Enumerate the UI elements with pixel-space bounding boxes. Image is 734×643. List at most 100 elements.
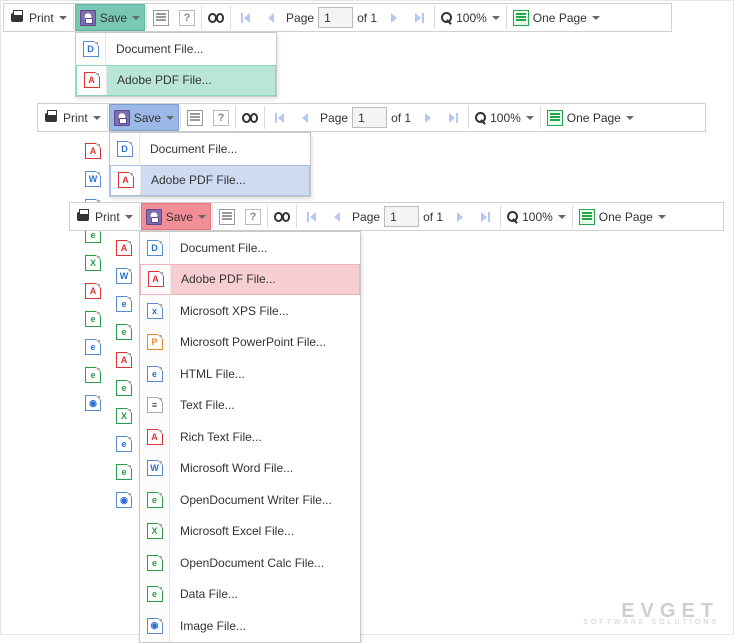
caret-down-icon xyxy=(526,116,534,120)
menu-item-data[interactable]: e Data File... xyxy=(140,579,360,611)
icon-cell: ◉ xyxy=(140,610,170,642)
ods-file-icon: e xyxy=(147,555,163,571)
save-dropdown-button[interactable]: Save xyxy=(141,203,211,230)
thumb-xls[interactable]: X xyxy=(114,406,134,426)
prev-page-icon xyxy=(329,209,345,225)
last-page-icon xyxy=(446,110,462,126)
find-button[interactable] xyxy=(237,104,263,131)
thumb-word[interactable]: W xyxy=(114,266,134,286)
menu-item-html[interactable]: e HTML File... xyxy=(140,358,360,390)
zoom-dropdown[interactable]: 100% xyxy=(502,203,571,230)
of-label: of 1 xyxy=(423,210,443,224)
help-icon xyxy=(213,110,229,126)
caret-down-icon xyxy=(59,16,67,20)
separator xyxy=(572,205,573,228)
page-settings-button[interactable] xyxy=(148,4,174,31)
menu-item-image[interactable]: ◉ Image File... xyxy=(140,610,360,642)
page-settings-button[interactable] xyxy=(214,203,240,230)
page-mode-dropdown[interactable]: One Page xyxy=(574,203,671,230)
thumbnail-column: A W e e X A e e e ◉ xyxy=(83,141,103,421)
help-button[interactable] xyxy=(174,4,200,31)
print-button[interactable]: Print xyxy=(4,4,72,31)
print-button[interactable]: Print xyxy=(70,203,138,230)
thumb-green[interactable]: e xyxy=(114,378,134,398)
menu-item-document[interactable]: D Document File... xyxy=(110,133,310,165)
prev-page-button[interactable] xyxy=(324,203,350,230)
next-page-button[interactable] xyxy=(447,203,473,230)
printer-icon xyxy=(9,10,25,26)
icon-cell: x xyxy=(140,295,170,327)
thumb-image[interactable]: ◉ xyxy=(83,393,103,413)
save-dropdown-button[interactable]: Save xyxy=(75,4,145,31)
thumb-pdf[interactable]: A xyxy=(114,350,134,370)
caret-down-icon xyxy=(592,16,600,20)
first-page-button[interactable] xyxy=(298,203,324,230)
menu-item-ods[interactable]: e OpenDocument Calc File... xyxy=(140,547,360,579)
menu-item-excel[interactable]: X Microsoft Excel File... xyxy=(140,516,360,548)
last-page-button[interactable] xyxy=(473,203,499,230)
menu-item-label: Adobe PDF File... xyxy=(141,173,260,187)
find-button[interactable] xyxy=(203,4,229,31)
menu-item-odt[interactable]: e OpenDocument Writer File... xyxy=(140,484,360,516)
prev-page-button[interactable] xyxy=(258,4,284,31)
menu-item-pdf[interactable]: A Adobe PDF File... xyxy=(140,264,360,296)
thumb-green[interactable]: e xyxy=(114,462,134,482)
menu-item-word[interactable]: W Microsoft Word File... xyxy=(140,453,360,485)
thumb-green[interactable]: e xyxy=(114,322,134,342)
page-mode-label: One Page xyxy=(599,210,653,224)
find-button[interactable] xyxy=(269,203,295,230)
thumb-pdf[interactable]: A xyxy=(83,141,103,161)
help-button[interactable] xyxy=(240,203,266,230)
first-page-button[interactable] xyxy=(266,104,292,131)
page-mode-dropdown[interactable]: One Page xyxy=(542,104,639,131)
save-label: Save xyxy=(100,11,127,25)
prev-page-icon xyxy=(297,110,313,126)
page-mode-dropdown[interactable]: One Page xyxy=(508,4,605,31)
zoom-dropdown[interactable]: 100% xyxy=(470,104,539,131)
watermark-tagline: SOFTWARE SOLUTIONS xyxy=(583,619,719,626)
thumb-doc[interactable]: e xyxy=(114,434,134,454)
last-page-icon xyxy=(412,10,428,26)
prev-page-button[interactable] xyxy=(292,104,318,131)
menu-item-document[interactable]: D Document File... xyxy=(76,33,276,65)
thumb-green[interactable]: e xyxy=(83,309,103,329)
pdf-file-icon: A xyxy=(84,72,100,88)
thumb-word[interactable]: W xyxy=(83,169,103,189)
zoom-dropdown[interactable]: 100% xyxy=(436,4,505,31)
thumb-image[interactable]: ◉ xyxy=(114,490,134,510)
next-page-button[interactable] xyxy=(415,104,441,131)
help-button[interactable] xyxy=(208,104,234,131)
last-page-button[interactable] xyxy=(441,104,467,131)
page-number-input[interactable] xyxy=(384,206,419,227)
menu-item-xps[interactable]: x Microsoft XPS File... xyxy=(140,295,360,327)
thumb-doc[interactable]: e xyxy=(114,294,134,314)
last-page-icon xyxy=(478,209,494,225)
menu-item-pdf[interactable]: A Adobe PDF File... xyxy=(110,165,310,197)
caret-down-icon xyxy=(658,215,666,219)
thumb-green[interactable]: e xyxy=(83,365,103,385)
page-number-input[interactable] xyxy=(318,7,353,28)
next-page-button[interactable] xyxy=(381,4,407,31)
menu-item-document[interactable]: D Document File... xyxy=(140,232,360,264)
save-dropdown-button[interactable]: Save xyxy=(109,104,179,131)
thumb-pdf[interactable]: A xyxy=(114,238,134,258)
page-label: Page xyxy=(286,11,314,25)
save-floppy-icon xyxy=(114,110,130,126)
icon-cell: e xyxy=(140,484,170,516)
icon-cell: W xyxy=(140,453,170,485)
first-page-button[interactable] xyxy=(232,4,258,31)
separator xyxy=(235,106,236,129)
thumb-xls[interactable]: X xyxy=(83,253,103,273)
page-settings-button[interactable] xyxy=(182,104,208,131)
last-page-button[interactable] xyxy=(407,4,433,31)
menu-item-rtf[interactable]: A Rich Text File... xyxy=(140,421,360,453)
menu-item-pdf[interactable]: A Adobe PDF File... xyxy=(76,65,276,97)
menu-item-text[interactable]: ≡ Text File... xyxy=(140,390,360,422)
thumbnail-column-2: A W e e A e X e e ◉ xyxy=(114,238,134,518)
page-number-input[interactable] xyxy=(352,107,387,128)
one-page-icon xyxy=(547,110,563,126)
thumb-pdf[interactable]: A xyxy=(83,281,103,301)
menu-item-powerpoint[interactable]: P Microsoft PowerPoint File... xyxy=(140,327,360,359)
print-button[interactable]: Print xyxy=(38,104,106,131)
thumb-doc[interactable]: e xyxy=(83,337,103,357)
